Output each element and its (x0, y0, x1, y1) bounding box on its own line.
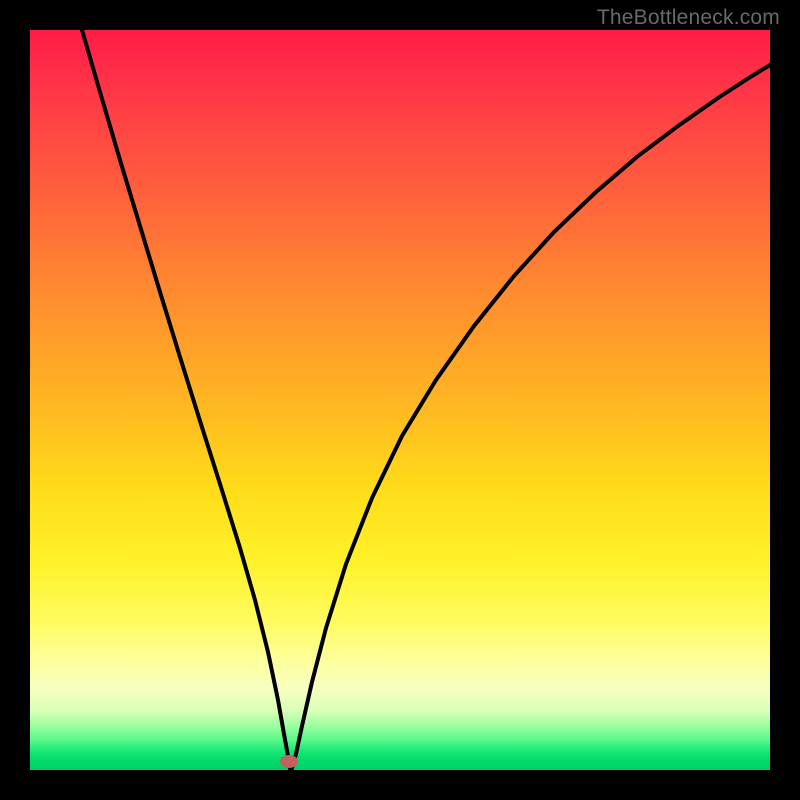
minimum-marker (280, 755, 298, 768)
plot-area (30, 30, 770, 770)
watermark-text: TheBottleneck.com (597, 6, 780, 30)
chart-frame: TheBottleneck.com (0, 0, 800, 800)
bottleneck-curve (30, 30, 770, 770)
